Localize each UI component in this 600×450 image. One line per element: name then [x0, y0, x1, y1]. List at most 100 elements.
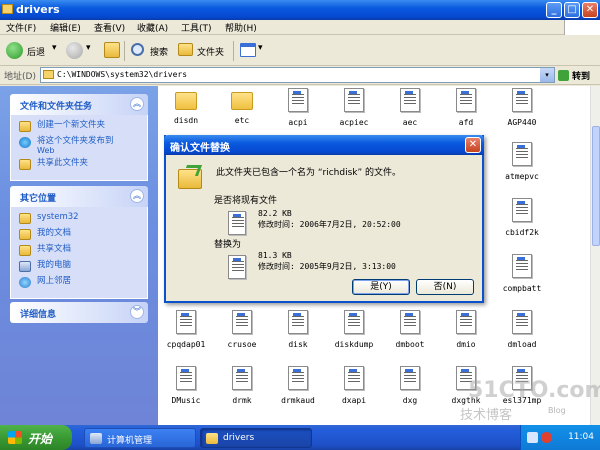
file-item[interactable]: acpi — [270, 88, 326, 127]
back-dropdown-icon[interactable]: ▾ — [52, 43, 57, 53]
close-button[interactable]: ✕ — [582, 2, 598, 18]
file-item[interactable]: drmkaud — [270, 366, 326, 405]
menu-edit[interactable]: 编辑(E) — [50, 21, 81, 34]
file-item[interactable]: disdn — [158, 88, 214, 125]
minimize-button[interactable]: _ — [546, 2, 562, 18]
chevron-up-icon[interactable]: ︽ — [130, 97, 144, 111]
file-item[interactable]: acpiec — [326, 88, 382, 127]
chevron-up-icon[interactable]: ︽ — [130, 189, 144, 203]
file-name: atmepvc — [505, 172, 539, 181]
file-item[interactable]: dmboot — [382, 310, 438, 349]
task-computer-management[interactable]: 计算机管理 — [84, 428, 196, 448]
no-button[interactable]: 否(N) — [416, 279, 474, 295]
file-name: drmkaud — [281, 396, 315, 405]
system-file-icon — [400, 88, 420, 112]
file-item[interactable]: disk — [270, 310, 326, 349]
address-dropdown-icon[interactable]: ▾ — [540, 68, 554, 82]
menu-view[interactable]: 查看(V) — [94, 21, 125, 34]
maximize-button[interactable]: □ — [564, 2, 580, 18]
file-item[interactable]: dmio — [438, 310, 494, 349]
file-item[interactable]: atmepvc — [494, 142, 550, 181]
existing-modified: 修改时间: 2006年7月2日, 20:52:00 — [258, 220, 401, 229]
views-dropdown-icon[interactable]: ▾ — [258, 43, 263, 53]
menu-help[interactable]: 帮助(H) — [225, 21, 257, 34]
network-icon[interactable] — [527, 432, 538, 443]
file-item[interactable]: dxapi — [326, 366, 382, 405]
menu-file[interactable]: 文件(F) — [6, 21, 36, 34]
menu-tools[interactable]: 工具(T) — [181, 21, 212, 34]
folders-icon[interactable] — [178, 43, 193, 56]
folders-button[interactable]: 文件夹 — [197, 45, 224, 58]
task-publish-web[interactable]: 将这个文件夹发布到 Web — [19, 136, 143, 156]
back-arrow-icon[interactable] — [6, 42, 23, 59]
confirm-replace-dialog: 确认文件替换 ✕ 此文件夹已包含一个名为 “richdisk” 的文件。 是否将… — [164, 135, 484, 303]
place-system32[interactable]: system32 — [19, 212, 143, 226]
task-label: 计算机管理 — [107, 436, 153, 446]
address-bar: 地址(D) C:\WINDOWS\system32\drivers ▾ 转到 — [0, 66, 600, 85]
task-new-folder[interactable]: 创建一个新文件夹 — [19, 120, 143, 134]
file-name: dxapi — [341, 396, 367, 405]
file-item[interactable]: drmk — [214, 366, 270, 405]
start-button[interactable]: 开始 — [0, 425, 72, 450]
address-label: 地址(D) — [4, 72, 36, 82]
menu-favorites[interactable]: 收藏(A) — [137, 21, 168, 34]
file-name: crusoe — [227, 340, 257, 349]
up-folder-icon[interactable] — [104, 42, 120, 58]
place-network[interactable]: 网上邻居 — [19, 276, 143, 290]
place-shared-documents[interactable]: 共享文档 — [19, 244, 143, 258]
place-my-documents[interactable]: 我的文档 — [19, 228, 143, 242]
chevron-down-icon[interactable]: ︾ — [130, 305, 144, 319]
views-icon[interactable] — [240, 43, 256, 57]
new-folder-icon — [19, 121, 31, 132]
file-name: aec — [402, 118, 418, 127]
file-item[interactable]: cbidf2k — [494, 198, 550, 237]
folder-icon — [19, 213, 31, 224]
panel-header[interactable]: 文件和文件夹任务 ︽ — [10, 94, 148, 115]
forward-dropdown-icon[interactable]: ▾ — [86, 43, 91, 53]
task-drivers[interactable]: drivers — [200, 428, 312, 448]
system-file-icon — [288, 366, 308, 390]
address-input[interactable]: C:\WINDOWS\system32\drivers ▾ — [40, 67, 555, 83]
search-button[interactable]: 搜索 — [150, 45, 168, 58]
file-item[interactable]: compbatt — [494, 254, 550, 293]
existing-file-icon — [228, 211, 246, 235]
place-label: system32 — [37, 212, 79, 222]
dialog-close-button[interactable]: ✕ — [465, 137, 481, 153]
system-file-icon — [288, 310, 308, 334]
system-file-icon — [456, 88, 476, 112]
place-my-computer[interactable]: 我的电脑 — [19, 260, 143, 274]
file-item[interactable]: diskdump — [326, 310, 382, 349]
file-name: acpi — [288, 118, 308, 127]
publish-web-icon — [19, 137, 31, 148]
clock[interactable]: 11:04 — [568, 432, 594, 442]
yes-button[interactable]: 是(Y) — [352, 279, 410, 295]
file-item[interactable]: dmload — [494, 310, 550, 349]
panel-header[interactable]: 其它位置 ︽ — [10, 186, 148, 207]
panel-header[interactable]: 详细信息 ︾ — [10, 302, 148, 323]
search-icon[interactable] — [131, 43, 144, 56]
file-item[interactable]: aec — [382, 88, 438, 127]
security-alert-icon[interactable] — [541, 432, 552, 443]
scrollbar-thumb[interactable] — [592, 126, 600, 246]
file-item[interactable]: AGP440 — [494, 88, 550, 127]
file-item[interactable]: cpqdap01 — [158, 310, 214, 349]
task-label: 共享此文件夹 — [37, 158, 89, 168]
file-item[interactable]: afd — [438, 88, 494, 127]
back-button[interactable]: 后退 — [27, 45, 45, 58]
vertical-scrollbar[interactable] — [590, 86, 600, 425]
file-item[interactable]: etc — [214, 88, 270, 125]
start-label: 开始 — [28, 432, 53, 446]
system-file-icon — [232, 366, 252, 390]
file-folder-tasks-panel: 文件和文件夹任务 ︽ 创建一个新文件夹 将这个文件夹发布到 Web 共享此文件夹 — [10, 94, 148, 181]
file-item[interactable]: dxg — [382, 366, 438, 405]
system-file-icon — [288, 88, 308, 112]
file-name: DMusic — [171, 396, 201, 405]
file-item[interactable]: DMusic — [158, 366, 214, 405]
system-file-icon — [344, 366, 364, 390]
task-label: drivers — [223, 433, 255, 443]
file-item[interactable]: crusoe — [214, 310, 270, 349]
place-label: 共享文档 — [37, 244, 72, 254]
system-file-icon — [512, 198, 532, 222]
task-share-folder[interactable]: 共享此文件夹 — [19, 158, 143, 172]
forward-arrow-icon[interactable] — [66, 42, 83, 59]
